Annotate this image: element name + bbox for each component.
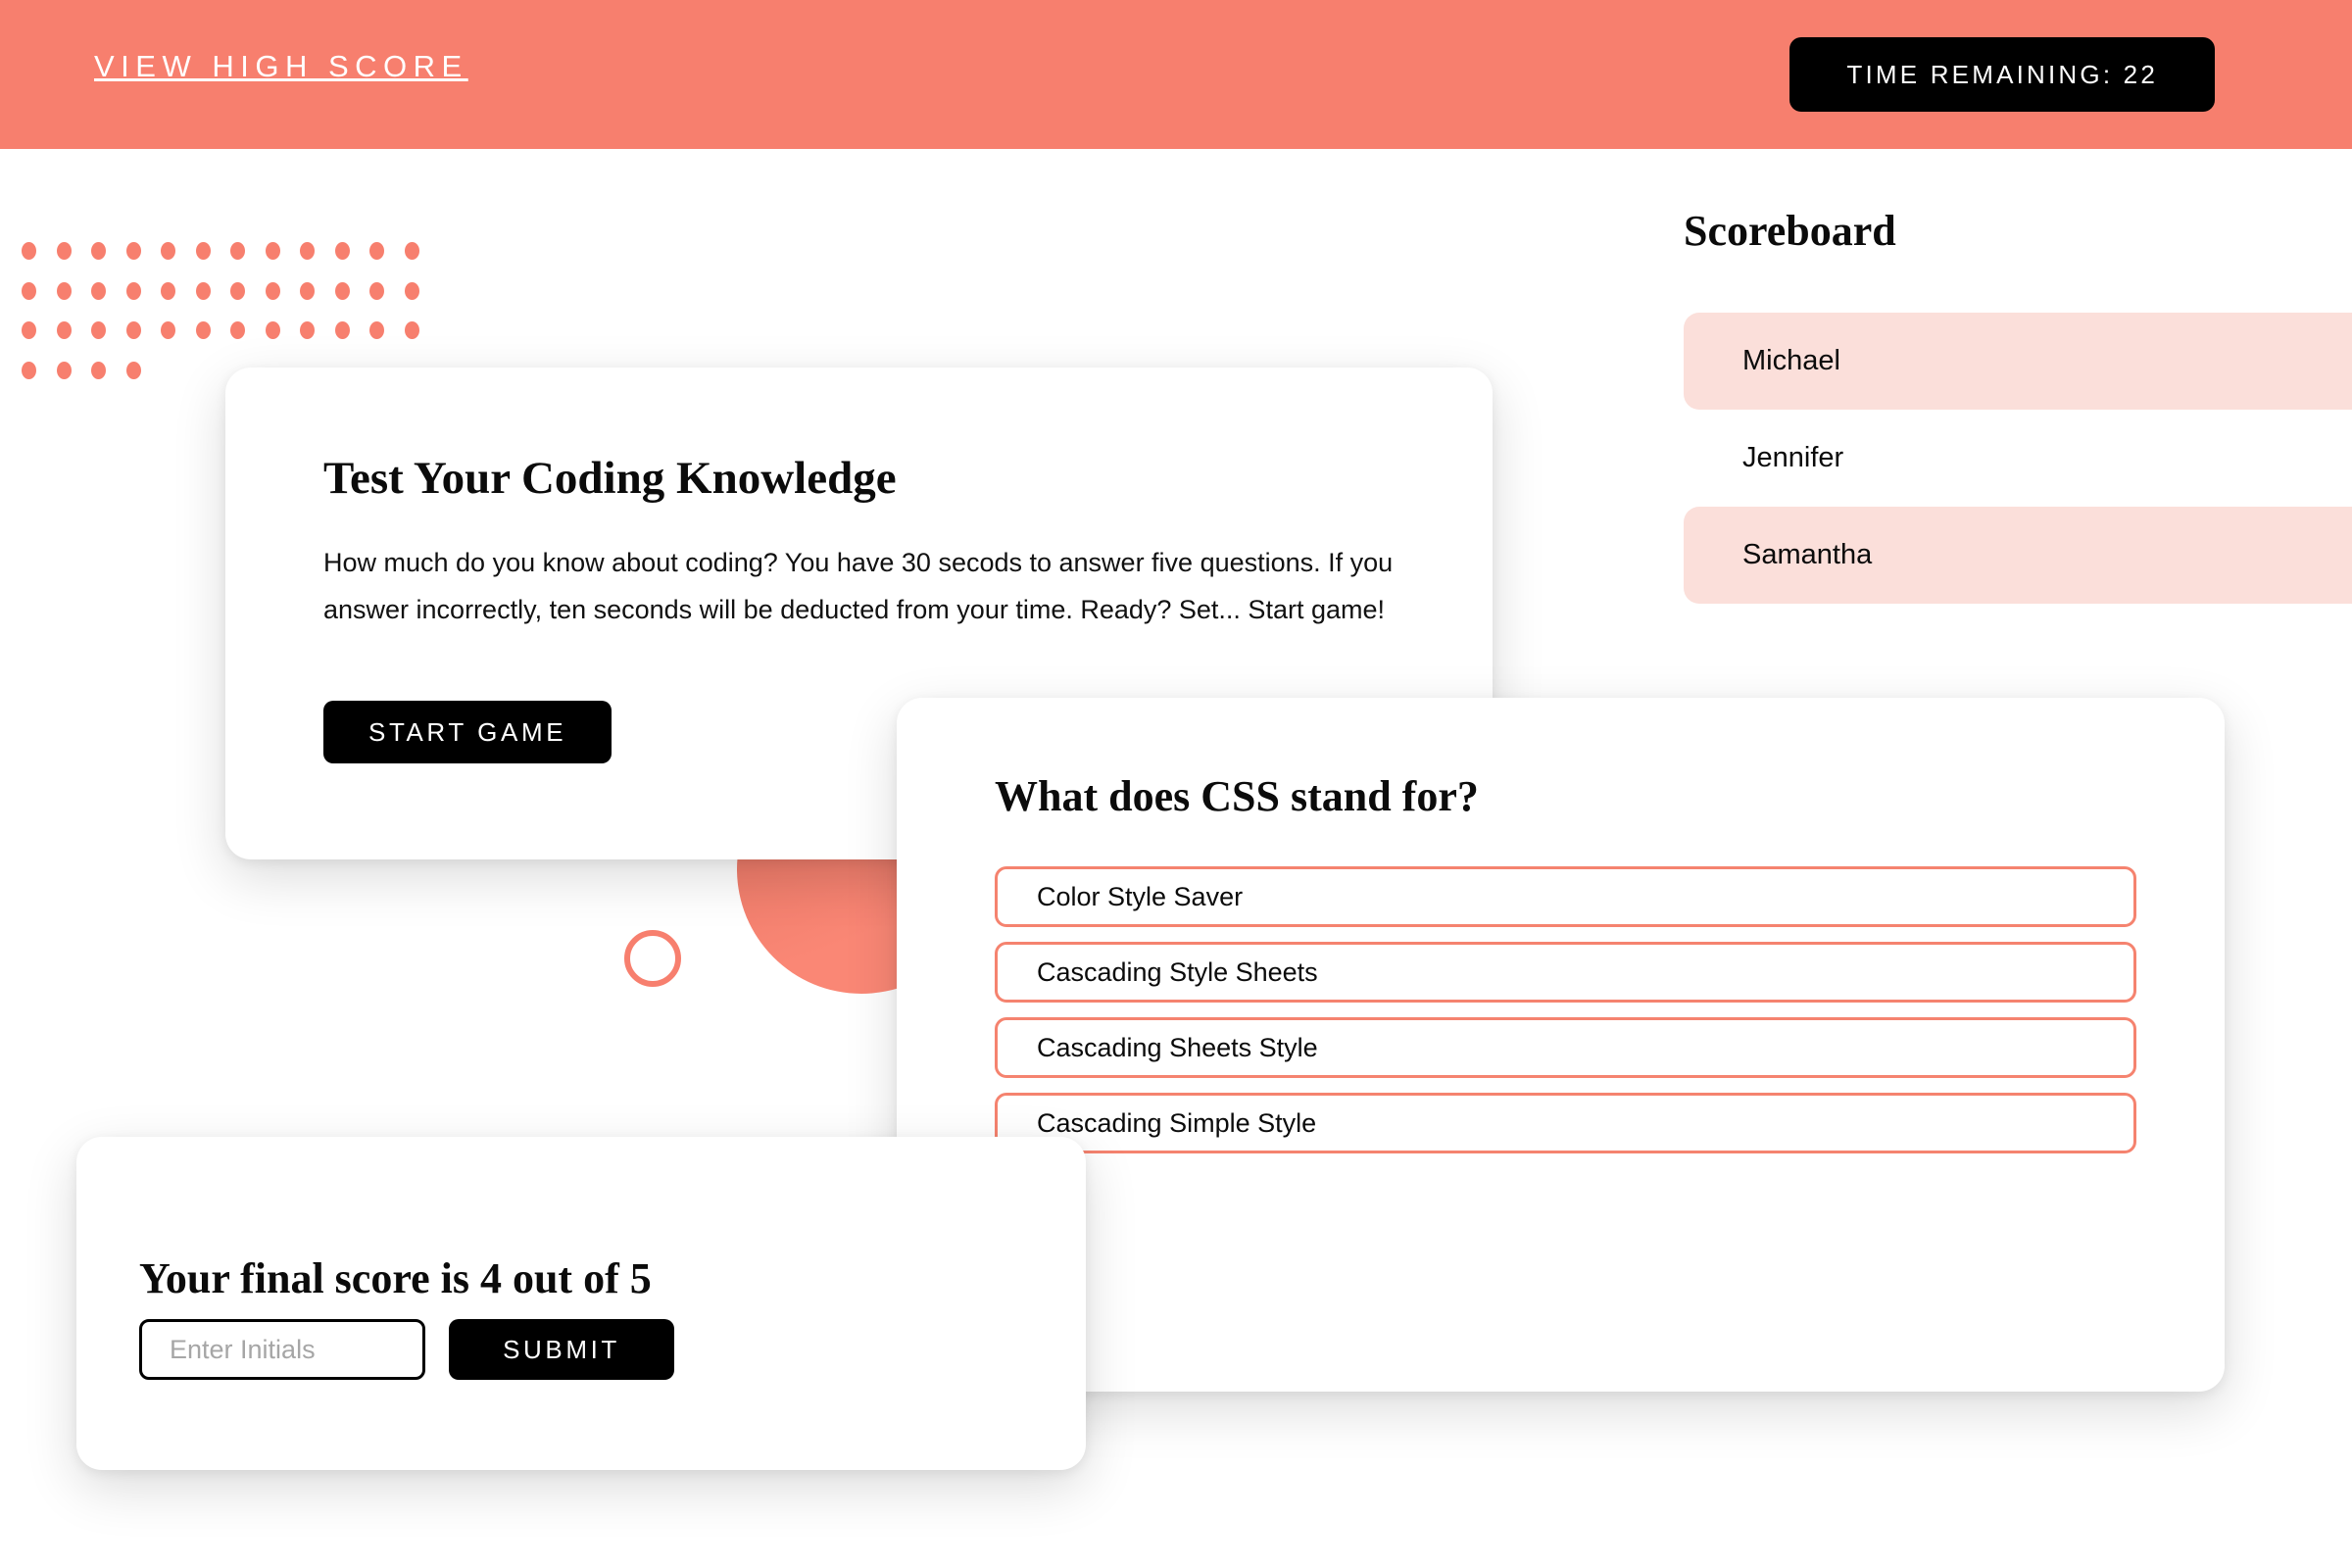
scoreboard-entry-name: Jennifer — [1742, 442, 1844, 473]
submit-score-button[interactable]: Submit — [449, 1319, 674, 1380]
view-high-score-link[interactable]: View High Score — [94, 49, 468, 84]
decorative-dot — [91, 361, 106, 379]
decorative-dot — [404, 281, 419, 300]
decorative-dot — [300, 242, 315, 260]
decorative-dot — [91, 321, 106, 339]
decorative-dot — [22, 281, 36, 300]
decorative-dot — [230, 242, 245, 260]
decorative-ring-circle — [624, 930, 681, 987]
decorative-dot — [369, 281, 384, 300]
answer-option[interactable]: Cascading Simple Style — [995, 1093, 2136, 1153]
scoreboard-title: Scoreboard — [1684, 207, 1896, 255]
intro-card-title: Test Your Coding Knowledge — [323, 453, 897, 505]
decorative-dot — [195, 242, 211, 260]
decorative-dot — [300, 281, 315, 300]
quiz-card: What does CSS stand for? Color Style Sav… — [897, 698, 2225, 1392]
initials-input[interactable] — [139, 1319, 425, 1380]
decorative-dot — [265, 281, 280, 300]
final-score-title: Your final score is 4 out of 5 — [139, 1253, 652, 1302]
decorative-dot — [22, 361, 36, 379]
decorative-dot — [91, 242, 106, 260]
time-remaining-button[interactable]: Time Remaining: 22 — [1789, 37, 2215, 112]
start-game-button[interactable]: Start Game — [323, 701, 612, 763]
scoreboard-row[interactable]: Samantha — [1684, 507, 2352, 604]
decorative-dot — [265, 321, 280, 339]
decorative-dot — [230, 281, 245, 300]
decorative-dot — [300, 321, 315, 339]
final-score-card: Your final score is 4 out of 5 Submit — [76, 1137, 1086, 1470]
decorative-dot — [404, 321, 419, 339]
scoreboard-panel: Scoreboard Michael Jennifer Samantha — [1684, 206, 2352, 604]
decorative-dot — [334, 321, 350, 339]
decorative-dot — [22, 321, 36, 339]
decorative-dot — [91, 281, 106, 300]
decorative-dot — [161, 281, 175, 300]
decorative-dot — [56, 281, 72, 300]
decorative-dot — [125, 242, 141, 260]
decorative-dot — [125, 321, 141, 339]
decorative-dot — [265, 242, 280, 260]
intro-card-description: How much do you know about coding? You h… — [323, 548, 1394, 624]
scoreboard-entry-name: Samantha — [1742, 539, 1873, 570]
decorative-dot — [161, 321, 175, 339]
app-header: View High Score Time Remaining: 22 — [0, 0, 2352, 149]
decorative-dot — [334, 242, 350, 260]
scoreboard-entry-name: Michael — [1742, 345, 1840, 376]
decorative-dot — [369, 321, 384, 339]
decorative-dot — [56, 242, 72, 260]
decorative-dot — [161, 242, 175, 260]
decorative-dot — [56, 361, 72, 379]
decorative-dot — [56, 321, 72, 339]
answer-option[interactable]: Cascading Style Sheets — [995, 942, 2136, 1003]
scoreboard-row[interactable]: Michael — [1684, 313, 2352, 410]
decorative-dot — [404, 242, 419, 260]
answer-option[interactable]: Cascading Sheets Style — [995, 1017, 2136, 1078]
decorative-dot — [22, 242, 36, 260]
decorative-dot — [125, 281, 141, 300]
decorative-dot — [334, 281, 350, 300]
quiz-question: What does CSS stand for? — [995, 771, 1479, 820]
decorative-dot — [195, 321, 211, 339]
decorative-dot — [195, 281, 211, 300]
decorative-dot — [125, 361, 141, 379]
answer-option[interactable]: Color Style Saver — [995, 866, 2136, 927]
decorative-dot — [369, 242, 384, 260]
decorative-dot — [230, 321, 245, 339]
scoreboard-row[interactable]: Jennifer — [1684, 410, 2352, 507]
answer-list: Color Style Saver Cascading Style Sheets… — [995, 866, 2136, 1168]
